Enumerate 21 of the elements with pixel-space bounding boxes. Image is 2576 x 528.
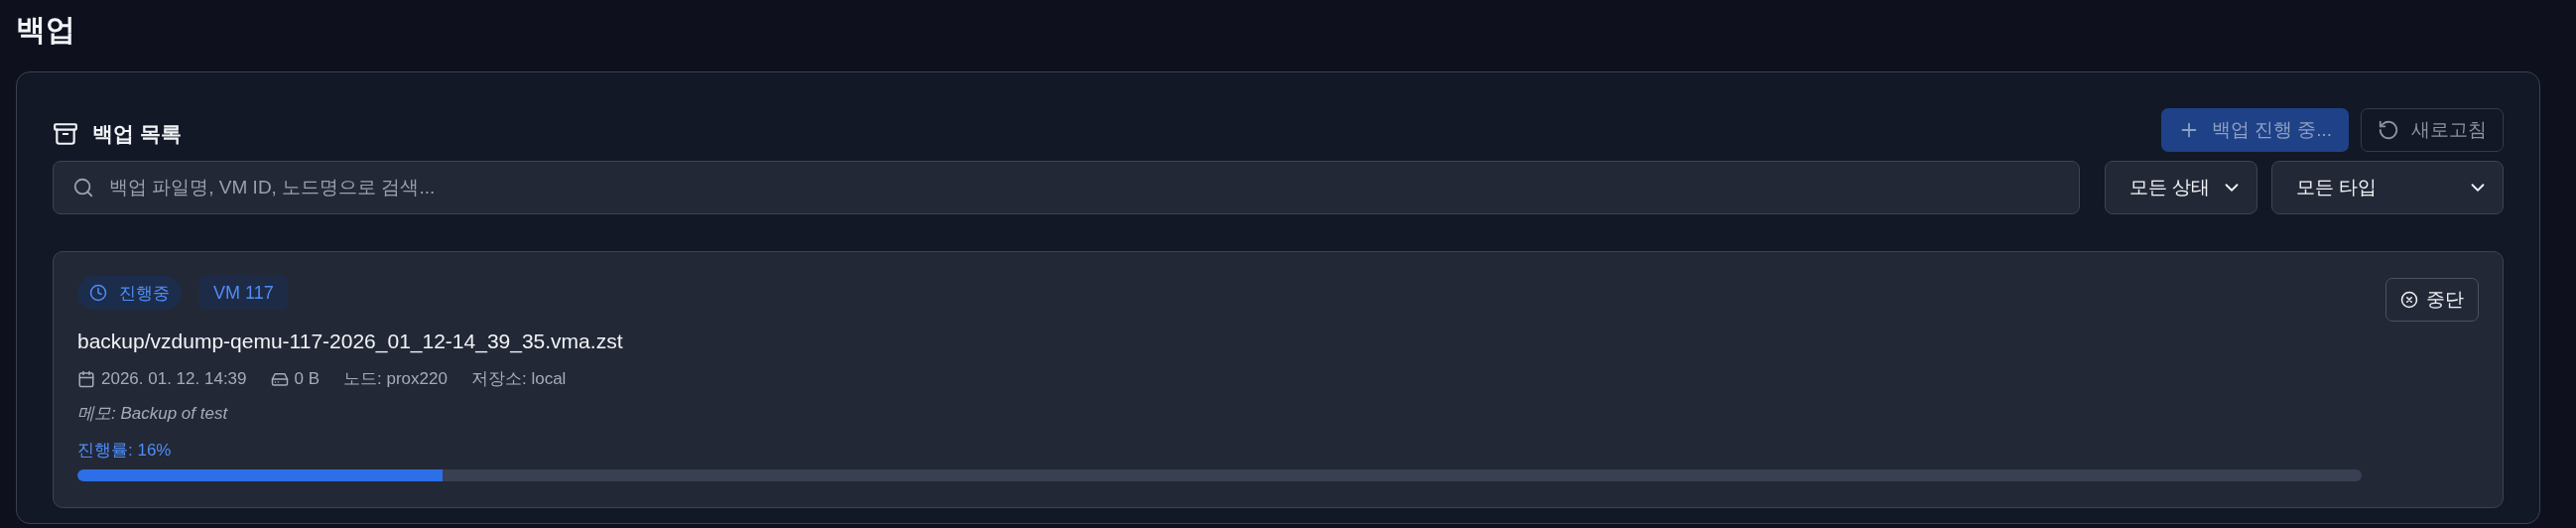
node-label: 노드: prox220: [343, 368, 448, 390]
filter-dropdown[interactable]: 모든 타입: [2271, 161, 2504, 214]
page-title: 백업: [16, 12, 76, 48]
backup-date: 2026. 01. 12. 14:39: [101, 368, 247, 389]
section-title: 백업 목록: [92, 121, 182, 147]
backup-filename: backup/vzdump-qemu-117-2026_01_12-14_39_35.vma.zst: [77, 329, 624, 355]
calendar-icon: [77, 369, 95, 388]
search-icon: [72, 177, 94, 198]
backup-size: 0 B: [294, 368, 321, 389]
stop-button[interactable]: 중단: [2385, 278, 2479, 322]
refresh-icon: [2378, 119, 2399, 141]
status-badge: 진행중: [77, 276, 182, 310]
filter-dropdown[interactable]: 모든 상태: [2105, 161, 2257, 214]
storage-label: 저장소: local: [470, 368, 567, 390]
archive-box-icon: [53, 121, 78, 147]
close-circle-icon: [2400, 291, 2418, 309]
backup-memo: 메모: Backup of test: [77, 403, 229, 425]
search-field[interactable]: 백업 파일명, VM ID, 노드명으로 검색...: [53, 161, 2080, 214]
clock-icon: [89, 284, 107, 302]
progress-label: 진행률: 16%: [77, 440, 173, 462]
vm-badge: VM 117: [199, 276, 288, 310]
